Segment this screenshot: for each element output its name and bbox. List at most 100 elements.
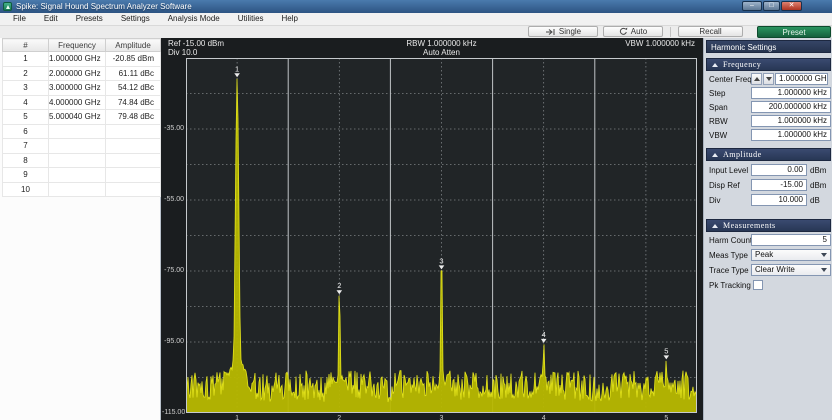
cell-amplitude: 54.12 dBc xyxy=(106,81,161,96)
meas-type-dropdown[interactable]: Peak xyxy=(751,249,831,261)
cell-num: 5 xyxy=(3,110,49,125)
cell-num: 9 xyxy=(3,168,49,183)
menu-edit[interactable]: Edit xyxy=(35,13,67,25)
section-header-amplitude[interactable]: Amplitude xyxy=(706,148,831,161)
cell-num: 8 xyxy=(3,153,49,168)
spectrum-chart[interactable]: 12345 xyxy=(186,58,697,413)
setting-row-div: Div 10.000 dB xyxy=(706,194,831,206)
menu-analysis-mode[interactable]: Analysis Mode xyxy=(159,13,229,25)
table-row[interactable]: 6 xyxy=(3,124,161,139)
title-bar[interactable]: Spike: Signal Hound Spectrum Analyzer So… xyxy=(0,0,832,13)
cell-frequency: 1.000000 GHz xyxy=(49,52,106,67)
step-down-button[interactable] xyxy=(763,73,774,85)
maximize-button[interactable]: □ xyxy=(763,1,780,11)
single-button[interactable]: Single xyxy=(528,26,598,37)
chevron-down-icon xyxy=(821,253,827,257)
menu-file[interactable]: File xyxy=(4,13,35,25)
harmonic-settings-panel: Harmonic Settings Frequency Center Freq … xyxy=(703,38,832,420)
window-title: Spike: Signal Hound Spectrum Analyzer So… xyxy=(16,2,192,11)
minimize-button[interactable]: – xyxy=(742,1,762,11)
y-axis-tick-label: -35.00 xyxy=(162,125,184,133)
harmonics-list-panel: # Frequency Amplitude 11.000000 GHz-20.8… xyxy=(0,38,161,420)
auto-button[interactable]: Auto xyxy=(603,26,663,37)
x-axis-tick-label: 2 xyxy=(337,415,341,420)
setting-row-disp-ref: Disp Ref -15.00 dBm xyxy=(706,179,831,191)
x-axis-tick-label: 5 xyxy=(664,415,668,420)
x-axis-tick-label: 4 xyxy=(542,415,546,420)
table-row[interactable]: 22.000000 GHz61.11 dBc xyxy=(3,66,161,81)
y-axis-tick-label: -55.00 xyxy=(162,196,184,204)
x-axis-tick-label: 1 xyxy=(235,415,239,420)
column-header-number: # xyxy=(3,39,49,52)
x-axis-tick-label: 3 xyxy=(440,415,444,420)
setting-row-input-level: Input Level 0.00 dBm xyxy=(706,164,831,176)
setting-row-meas-type: Meas Type Peak xyxy=(706,249,831,261)
trace-type-dropdown[interactable]: Clear Write xyxy=(751,264,831,276)
menu-settings[interactable]: Settings xyxy=(112,13,159,25)
y-axis-tick-label: -115.00 xyxy=(162,409,184,417)
cell-frequency xyxy=(49,153,106,168)
setting-row-pk-tracking: Pk Tracking xyxy=(706,279,831,291)
rbw-field[interactable]: 1.000000 kHz xyxy=(751,115,831,127)
disp-ref-field[interactable]: -15.00 xyxy=(751,179,807,191)
peak-marker-number: 5 xyxy=(664,346,668,355)
recall-button[interactable]: Recall xyxy=(678,26,743,37)
table-row[interactable]: 33.000000 GHz54.12 dBc xyxy=(3,81,161,96)
table-row[interactable]: 11.000000 GHz-20.85 dBm xyxy=(3,52,161,67)
table-row[interactable]: 7 xyxy=(3,139,161,154)
menu-help[interactable]: Help xyxy=(273,13,307,25)
cell-amplitude xyxy=(106,124,161,139)
section-header-measurements[interactable]: Measurements xyxy=(706,219,831,232)
harmonics-table-header: # Frequency Amplitude xyxy=(3,39,161,52)
vbw-field[interactable]: 1.000000 kHz xyxy=(751,129,831,141)
single-sweep-icon xyxy=(545,28,556,36)
cell-amplitude: 61.11 dBc xyxy=(106,66,161,81)
cell-amplitude: 74.84 dBc xyxy=(106,95,161,110)
y-axis-tick-label: -95.00 xyxy=(162,338,184,346)
cell-amplitude: 79.48 dBc xyxy=(106,110,161,125)
cell-frequency xyxy=(49,168,106,183)
cell-num: 3 xyxy=(3,81,49,96)
cell-frequency xyxy=(49,182,106,197)
cell-num: 1 xyxy=(3,52,49,67)
spectrum-plot-region: Ref -15.00 dBm Div 10.0 RBW 1.000000 kHz… xyxy=(161,38,703,420)
harmonics-table: # Frequency Amplitude 11.000000 GHz-20.8… xyxy=(2,38,161,197)
panel-title: Harmonic Settings xyxy=(706,40,831,53)
cell-frequency xyxy=(49,139,106,154)
cell-frequency: 3.000000 GHz xyxy=(49,81,106,96)
column-header-amplitude: Amplitude xyxy=(106,39,161,52)
setting-row-span: Span 200.000000 kHz xyxy=(706,101,831,113)
input-level-field[interactable]: 0.00 xyxy=(751,164,807,176)
step-field[interactable]: 1.000000 kHz xyxy=(751,87,831,99)
center-freq-field[interactable]: 1.000000 GHz xyxy=(775,73,828,85)
step-up-button[interactable] xyxy=(751,73,762,85)
cell-num: 10 xyxy=(3,182,49,197)
menu-presets[interactable]: Presets xyxy=(67,13,112,25)
table-row[interactable]: 9 xyxy=(3,168,161,183)
span-field[interactable]: 200.000000 kHz xyxy=(751,101,831,113)
cell-frequency: 4.000000 GHz xyxy=(49,95,106,110)
cell-amplitude: -20.85 dBm xyxy=(106,52,161,67)
div-field[interactable]: 10.000 xyxy=(751,194,807,206)
cell-amplitude xyxy=(106,168,161,183)
table-row[interactable]: 44.000000 GHz74.84 dBc xyxy=(3,95,161,110)
cell-amplitude xyxy=(106,182,161,197)
cell-amplitude xyxy=(106,153,161,168)
pk-tracking-checkbox[interactable] xyxy=(753,280,763,290)
section-header-frequency[interactable]: Frequency xyxy=(706,58,831,71)
setting-row-rbw: RBW 1.000000 kHz xyxy=(706,115,831,127)
menu-utilities[interactable]: Utilities xyxy=(229,13,273,25)
close-button[interactable]: ✕ xyxy=(781,1,802,11)
toolbar: Single Auto Recall Preset xyxy=(0,26,832,38)
harmonics-table-body: 11.000000 GHz-20.85 dBm22.000000 GHz61.1… xyxy=(3,52,161,197)
harm-count-field[interactable]: 5 xyxy=(751,234,831,246)
preset-button[interactable]: Preset xyxy=(757,26,831,38)
setting-row-center-freq: Center Freq 1.000000 GHz xyxy=(706,73,831,85)
table-row[interactable]: 8 xyxy=(3,153,161,168)
cell-frequency: 5.000040 GHz xyxy=(49,110,106,125)
table-row[interactable]: 10 xyxy=(3,182,161,197)
peak-marker-number: 4 xyxy=(542,330,546,339)
collapse-icon xyxy=(712,63,718,67)
table-row[interactable]: 55.000040 GHz79.48 dBc xyxy=(3,110,161,125)
cell-num: 4 xyxy=(3,95,49,110)
